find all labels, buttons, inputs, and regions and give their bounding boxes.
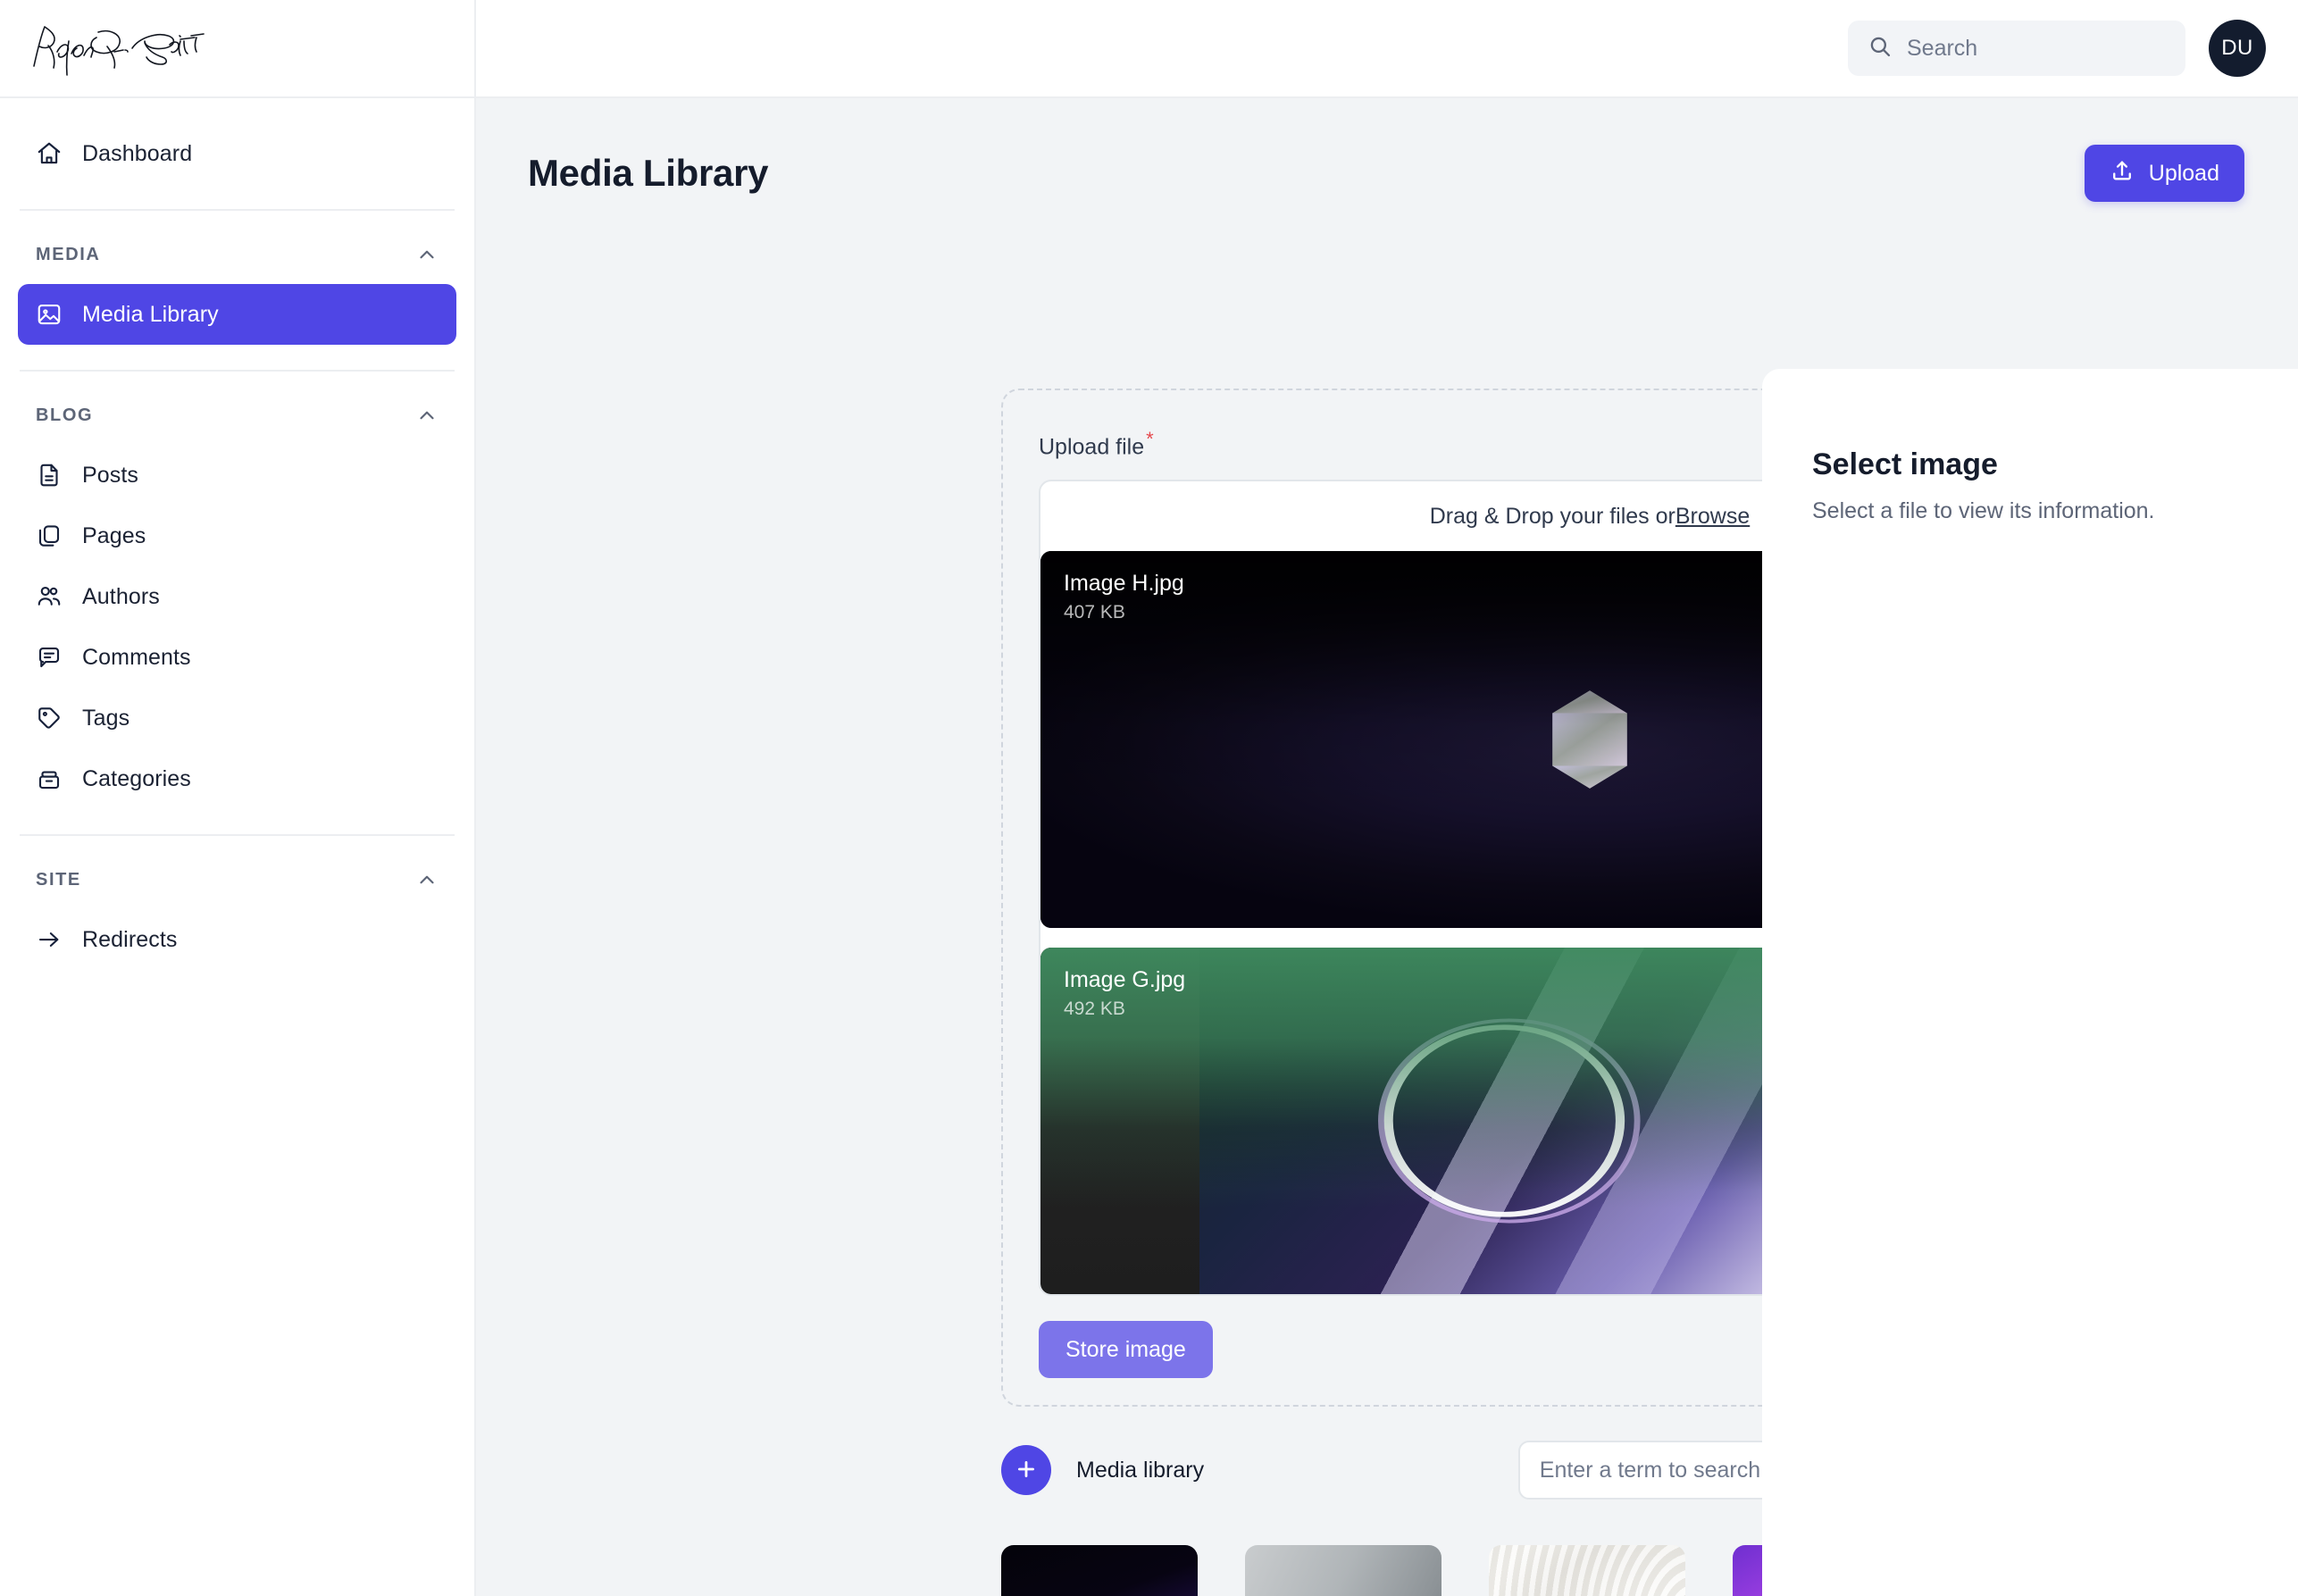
add-media-button[interactable] [1001, 1445, 1051, 1495]
sidebar-item-label: Dashboard [82, 140, 193, 166]
sidebar-item-label: Categories [82, 765, 191, 791]
sidebar-group-blog: BLOG Posts Pages Authors Comments Tags C… [0, 386, 474, 809]
file-name: Image H.jpg [1064, 571, 1184, 597]
file-name: Image G.jpg [1064, 967, 1186, 993]
chevron-up-icon[interactable] [415, 868, 439, 891]
thumbnail-1[interactable] [1001, 1545, 1198, 1596]
file-meta: Image H.jpg 407 KB [1064, 571, 1184, 623]
chevron-up-icon[interactable] [415, 404, 439, 427]
sidebar-group-media: MEDIA Media Library [0, 225, 474, 345]
thumbnail-3[interactable] [1489, 1545, 1685, 1596]
archive-icon [36, 765, 63, 792]
sidebar-top-section: Dashboard [0, 98, 474, 209]
avatar[interactable]: DU [2209, 20, 2266, 77]
global-search-box[interactable]: Search [1848, 21, 2185, 76]
sidebar-divider [20, 370, 455, 372]
avatar-initials: DU [2221, 36, 2253, 60]
sidebar-item-label: Media Library [82, 301, 219, 327]
image-icon [36, 301, 63, 328]
plus-icon [1014, 1457, 1039, 1484]
sidebar-item-label: Posts [82, 462, 139, 488]
users-icon [36, 583, 63, 610]
sidebar-item-comments[interactable]: Comments [18, 627, 456, 688]
sidebar-group-header-site[interactable]: SITE [18, 850, 456, 909]
sidebar-group-header-blog[interactable]: BLOG [18, 386, 456, 445]
arrow-right-icon [36, 926, 63, 953]
upload-button[interactable]: Upload [2084, 145, 2244, 202]
sidebar-divider [20, 209, 455, 211]
sidebar-item-media-library[interactable]: Media Library [18, 284, 456, 345]
sidebar: Dashboard MEDIA Media Library BLOG Posts… [0, 0, 476, 1596]
page-content: Media Library Upload Upload file* Drag &… [476, 98, 2298, 1596]
sidebar-item-dashboard[interactable]: Dashboard [18, 123, 456, 184]
sidebar-item-authors[interactable]: Authors [18, 566, 456, 627]
info-panel-title: Select image [1812, 447, 1998, 481]
sidebar-group-site: SITE Redirects [0, 850, 474, 970]
sidebar-group-title: BLOG [36, 405, 94, 425]
copy-icon [36, 522, 63, 549]
sidebar-item-categories[interactable]: Categories [18, 748, 456, 809]
browse-link[interactable]: Browse [1675, 504, 1750, 530]
signature-logo-icon [33, 26, 205, 76]
file-meta: Image G.jpg 492 KB [1064, 967, 1185, 1020]
image-info-panel: Select image Select a file to view its i… [1762, 369, 2298, 1596]
sidebar-item-label: Pages [82, 522, 146, 548]
sidebar-group-header-media[interactable]: MEDIA [18, 225, 456, 284]
search-icon [1868, 34, 1893, 63]
file-size: 492 KB [1064, 999, 1125, 1020]
sidebar-divider [20, 834, 455, 836]
store-image-button[interactable]: Store image [1039, 1321, 1213, 1379]
file-size: 407 KB [1064, 602, 1125, 623]
topbar: Search DU [476, 0, 2298, 98]
sidebar-item-label: Redirects [82, 926, 178, 952]
required-marker: * [1146, 428, 1154, 450]
chevron-up-icon[interactable] [415, 243, 439, 266]
comment-icon [36, 644, 63, 671]
global-search-placeholder: Search [1907, 35, 1978, 61]
sidebar-group-title: MEDIA [36, 244, 101, 264]
sidebar-item-label: Tags [82, 705, 130, 731]
tag-icon [36, 705, 63, 731]
sidebar-item-tags[interactable]: Tags [18, 688, 456, 748]
sidebar-group-title: SITE [36, 869, 81, 890]
app-root: Dashboard MEDIA Media Library BLOG Posts… [0, 0, 2298, 1596]
dropzone-hint-text: Drag & Drop your files or [1429, 503, 1675, 529]
upload-button-label: Upload [2148, 160, 2219, 186]
sidebar-item-label: Authors [82, 583, 160, 609]
upload-icon [2110, 158, 2135, 189]
info-panel-subtitle: Select a file to view its information. [1812, 498, 2155, 523]
sidebar-item-label: Comments [82, 644, 191, 670]
image-info-inner: Select image Select a file to view its i… [1762, 369, 2298, 524]
thumbnail-2[interactable]: NEVER GIVE UP [1245, 1545, 1441, 1596]
sidebar-item-posts[interactable]: Posts [18, 445, 456, 506]
page-header: Media Library Upload [476, 98, 2298, 202]
media-library-label: Media library [1076, 1457, 1205, 1483]
document-icon [36, 462, 63, 489]
main-area: Search DU Media Library Upload Upload fi [476, 0, 2298, 1596]
sidebar-item-redirects[interactable]: Redirects [18, 909, 456, 970]
upload-file-label-text: Upload file [1039, 434, 1145, 460]
sidebar-item-pages[interactable]: Pages [18, 506, 456, 566]
page-title: Media Library [528, 152, 769, 194]
home-icon [36, 140, 63, 167]
sidebar-logo[interactable] [0, 0, 474, 98]
